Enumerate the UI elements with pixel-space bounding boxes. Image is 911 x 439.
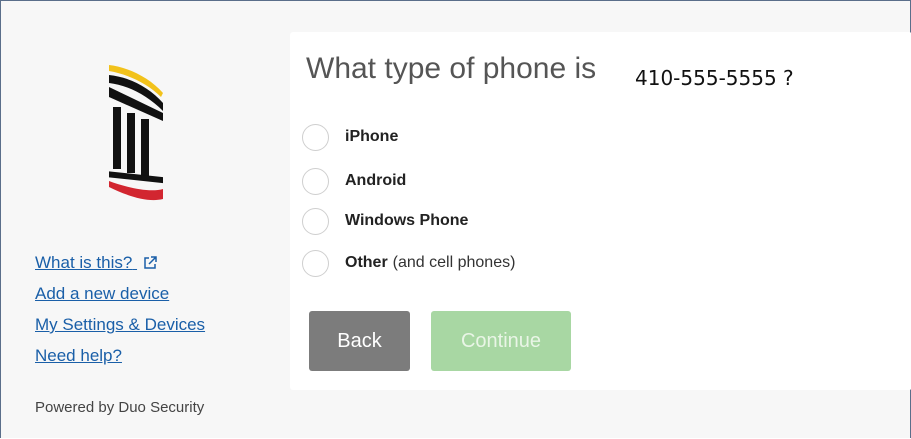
phone-number: 410-555-5555 ?: [635, 66, 794, 90]
what-is-this-link[interactable]: What is this?: [35, 253, 205, 273]
add-new-device-link[interactable]: Add a new device: [35, 284, 205, 304]
back-button[interactable]: Back: [309, 311, 410, 371]
option-android[interactable]: Android: [302, 165, 662, 197]
powered-by-text: Powered by Duo Security: [35, 399, 205, 416]
prompt-question: What type of phone is: [306, 52, 597, 85]
option-sublabel: (and cell phones): [392, 254, 516, 271]
radio-windows-phone[interactable]: [302, 207, 329, 235]
radio-iphone[interactable]: [302, 123, 329, 151]
external-link-icon: [144, 256, 157, 269]
option-label: iPhone: [345, 128, 399, 145]
umms-logo: [109, 65, 163, 201]
continue-button[interactable]: Continue: [431, 311, 571, 371]
duo-frame: What is this? Add a new device My Settin…: [0, 0, 911, 438]
need-help-link[interactable]: Need help?: [35, 346, 205, 366]
main-panel: What type of phone is 410-555-5555 ? iPh…: [290, 32, 911, 390]
what-is-this-label: What is this?: [35, 253, 133, 272]
option-label: Other: [345, 254, 388, 271]
option-windows-phone[interactable]: Windows Phone: [302, 205, 662, 237]
sidebar-links: What is this? Add a new device My Settin…: [35, 253, 205, 377]
option-label: Windows Phone: [345, 212, 469, 229]
option-iphone[interactable]: iPhone: [302, 121, 662, 153]
radio-android[interactable]: [302, 167, 329, 195]
my-settings-devices-link[interactable]: My Settings & Devices: [35, 315, 205, 335]
option-label: Android: [345, 172, 407, 189]
radio-other[interactable]: [302, 249, 329, 277]
option-other[interactable]: Other (and cell phones): [302, 247, 662, 279]
